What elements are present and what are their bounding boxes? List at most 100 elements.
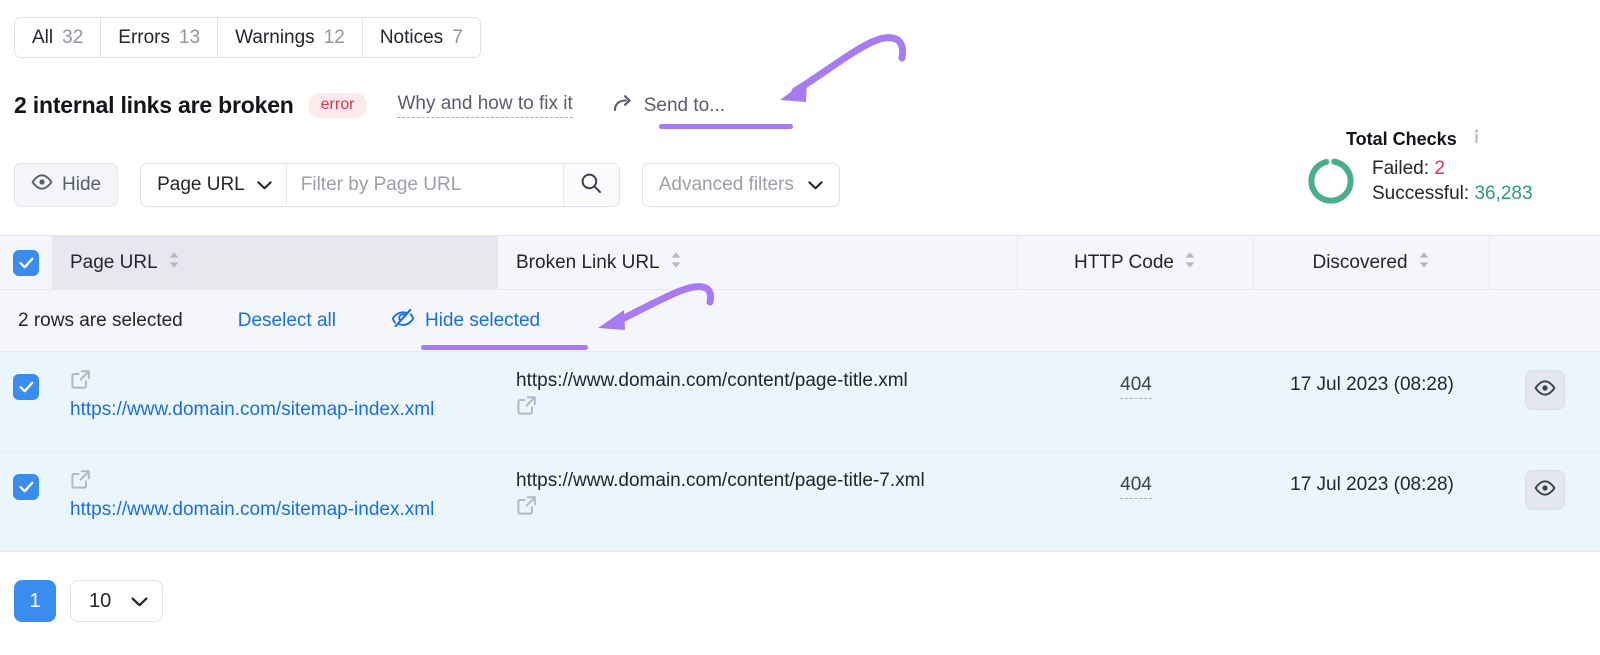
page-title: 2 internal links are broken	[14, 92, 294, 118]
discovered-value: 17 Jul 2023 (08:28)	[1290, 374, 1454, 395]
row-page-url-cell: https://www.domain.com/sitemap-index.xml	[52, 352, 498, 423]
filter-field-select[interactable]: Page URL	[141, 164, 287, 206]
tab-warnings-label: Warnings	[235, 26, 315, 48]
chevron-down-icon	[808, 174, 823, 196]
sort-arrows-icon	[1183, 250, 1197, 276]
tab-errors-label: Errors	[118, 26, 170, 48]
total-checks-title: Total Checks	[1346, 128, 1457, 149]
row-broken-link-cell: https://www.domain.com/content/page-titl…	[498, 452, 1018, 522]
total-checks-panel: Total Checks Failed: 2 Successful: 36,28…	[1306, 128, 1584, 206]
column-header-http-code-label: HTTP Code	[1074, 251, 1174, 273]
deselect-all-label: Deselect all	[237, 309, 336, 331]
row-actions-cell	[1490, 352, 1600, 410]
http-code-value[interactable]: 404	[1120, 374, 1152, 399]
issue-header: 2 internal links are broken error Why an…	[14, 92, 725, 119]
tab-warnings[interactable]: Warnings 12	[218, 18, 363, 57]
broken-link-url-text: https://www.domain.com/content/page-titl…	[516, 370, 908, 391]
row-broken-link-cell: https://www.domain.com/content/page-titl…	[498, 352, 1018, 422]
page-size-select[interactable]: 10	[70, 580, 164, 622]
search-icon	[580, 172, 602, 199]
eye-off-icon	[391, 308, 415, 333]
pagination-page-1[interactable]: 1	[14, 580, 56, 622]
tab-all-count: 32	[62, 26, 84, 48]
why-how-to-fix-link[interactable]: Why and how to fix it	[397, 93, 573, 118]
row-checkbox[interactable]	[13, 374, 39, 400]
filter-field-value: Page URL	[157, 174, 245, 195]
successful-label: Successful:	[1372, 183, 1470, 205]
info-icon[interactable]	[1468, 128, 1485, 150]
send-to-button[interactable]: Send to...	[613, 93, 725, 119]
tab-all[interactable]: All 32	[15, 18, 102, 57]
total-checks-values: Failed: 2 Successful: 36,283	[1372, 156, 1533, 206]
selection-count-text: 2 rows are selected	[18, 309, 183, 331]
total-checks-body: Failed: 2 Successful: 36,283	[1306, 156, 1584, 206]
tab-notices[interactable]: Notices 7	[363, 18, 480, 57]
page-url-link[interactable]: https://www.domain.com/sitemap-index.xml	[70, 397, 480, 423]
advanced-filters-dropdown[interactable]: Advanced filters	[641, 163, 840, 207]
filter-toolbar: Hide Page URL Filter by Page URL Advance…	[14, 163, 840, 207]
table-row[interactable]: https://www.domain.com/sitemap-index.xml…	[0, 452, 1600, 552]
search-button[interactable]	[562, 164, 619, 206]
select-all-checkbox[interactable]	[13, 249, 39, 276]
hide-selected-label: Hide selected	[424, 309, 541, 331]
table-header-row: Page URL Broken Link URL HTTP Code Disco…	[0, 235, 1600, 290]
tab-notices-label: Notices	[379, 26, 444, 48]
total-checks-donut-chart	[1308, 158, 1354, 204]
hide-button[interactable]: Hide	[14, 163, 119, 207]
external-link-icon[interactable]	[70, 368, 480, 395]
discovered-value: 17 Jul 2023 (08:28)	[1290, 474, 1454, 495]
deselect-all-button[interactable]: Deselect all	[238, 310, 336, 332]
issue-type-tabs: All 32 Errors 13 Warnings 12 Notices 7	[14, 17, 481, 58]
row-discovered-cell: 17 Jul 2023 (08:28)	[1254, 452, 1490, 496]
tab-errors[interactable]: Errors 13	[101, 18, 219, 57]
row-page-url-cell: https://www.domain.com/sitemap-index.xml	[52, 452, 498, 523]
hide-selected-highlight-underline	[421, 345, 588, 350]
failed-label: Failed:	[1372, 158, 1430, 179]
share-arrow-icon	[613, 93, 635, 119]
site-audit-broken-links-page: All 32 Errors 13 Warnings 12 Notices 7 2…	[0, 0, 1600, 655]
eye-icon	[1534, 379, 1556, 401]
row-http-code-cell: 404	[1018, 352, 1254, 399]
failed-line: Failed: 2	[1372, 156, 1533, 181]
filter-input[interactable]	[286, 164, 563, 206]
external-link-icon[interactable]	[516, 494, 1000, 521]
column-header-actions	[1490, 236, 1600, 289]
external-link-icon[interactable]	[516, 394, 1000, 421]
column-header-http-code[interactable]: HTTP Code	[1018, 236, 1254, 289]
column-header-discovered-label: Discovered	[1312, 251, 1408, 273]
send-to-highlight-underline	[659, 124, 793, 129]
row-hide-button[interactable]	[1525, 370, 1565, 410]
column-header-page-url[interactable]: Page URL	[52, 236, 498, 289]
column-header-broken-link-url-label: Broken Link URL	[516, 251, 660, 273]
broken-link-url-text: https://www.domain.com/content/page-titl…	[516, 470, 925, 491]
page-url-link[interactable]: https://www.domain.com/sitemap-index.xml	[70, 497, 480, 523]
chevron-down-icon	[131, 590, 148, 613]
filter-field-group: Page URL	[140, 163, 620, 207]
tab-warnings-count: 12	[323, 26, 345, 48]
column-header-discovered[interactable]: Discovered	[1254, 236, 1490, 289]
successful-value: 36,283	[1474, 183, 1533, 205]
hide-button-label: Hide	[62, 174, 102, 195]
row-checkbox[interactable]	[13, 474, 39, 500]
row-discovered-cell: 17 Jul 2023 (08:28)	[1254, 352, 1490, 396]
row-actions-cell	[1490, 452, 1600, 510]
eye-icon	[1534, 479, 1556, 501]
status-badge: error	[307, 93, 368, 118]
send-to-label: Send to...	[643, 94, 726, 116]
table-row[interactable]: https://www.domain.com/sitemap-index.xml…	[0, 352, 1600, 452]
successful-line: Successful: 36,283	[1372, 181, 1533, 206]
external-link-icon[interactable]	[70, 468, 480, 495]
column-header-page-url-label: Page URL	[70, 251, 158, 273]
tab-errors-count: 13	[179, 26, 201, 48]
selection-action-bar: 2 rows are selected Deselect all Hide se…	[0, 290, 1600, 352]
http-code-value[interactable]: 404	[1120, 474, 1152, 499]
row-hide-button[interactable]	[1525, 470, 1565, 510]
tab-notices-count: 7	[452, 26, 463, 48]
arrow-pointing-to-send-to	[780, 34, 907, 102]
chevron-down-icon	[257, 174, 272, 196]
page-size-value: 10	[89, 589, 112, 612]
sort-arrows-icon	[1417, 250, 1431, 276]
column-header-broken-link-url[interactable]: Broken Link URL	[498, 236, 1018, 289]
tab-all-label: All	[32, 26, 54, 48]
hide-selected-button[interactable]: Hide selected	[391, 308, 541, 333]
